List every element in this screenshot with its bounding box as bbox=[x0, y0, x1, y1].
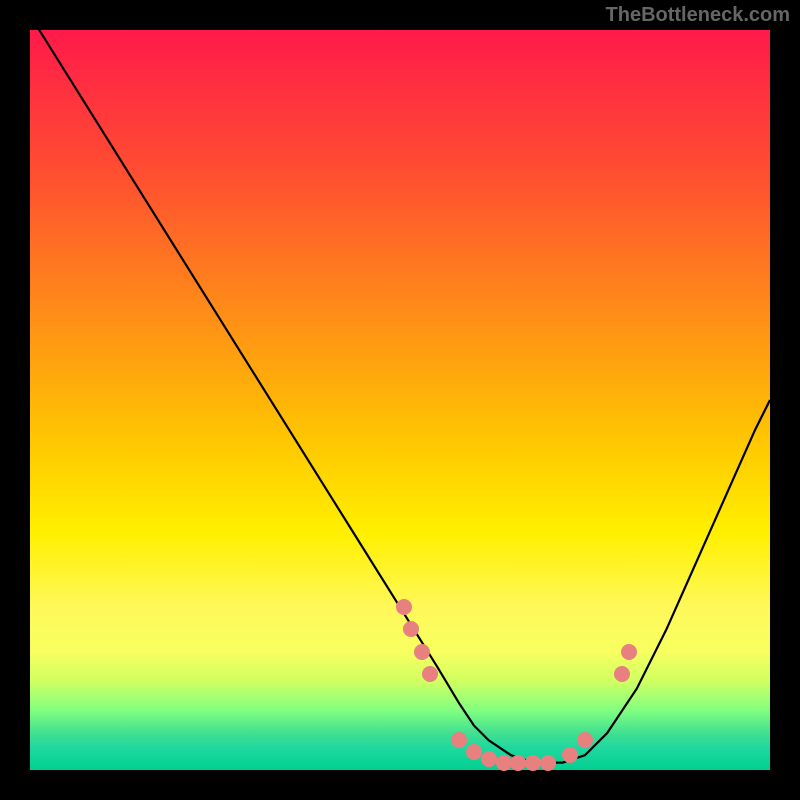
bottleneck-curve bbox=[30, 30, 770, 763]
scatter-dot bbox=[540, 755, 556, 771]
scatter-dot bbox=[525, 755, 541, 771]
scatter-dot bbox=[422, 666, 438, 682]
scatter-dot bbox=[414, 644, 430, 660]
scatter-dot bbox=[510, 755, 526, 771]
scatter-dot bbox=[577, 732, 593, 748]
scatter-dot bbox=[614, 666, 630, 682]
watermark-text: TheBottleneck.com bbox=[606, 4, 790, 27]
scatter-dot bbox=[496, 755, 512, 771]
scatter-dot bbox=[466, 744, 482, 760]
scatter-dot bbox=[451, 732, 467, 748]
chart-curve-svg bbox=[30, 30, 770, 770]
scatter-dot bbox=[396, 599, 412, 615]
scatter-dot bbox=[403, 621, 419, 637]
scatter-dot bbox=[621, 644, 637, 660]
scatter-dot bbox=[562, 747, 578, 763]
chart-plot-area bbox=[30, 30, 770, 770]
scatter-dot bbox=[481, 751, 497, 767]
